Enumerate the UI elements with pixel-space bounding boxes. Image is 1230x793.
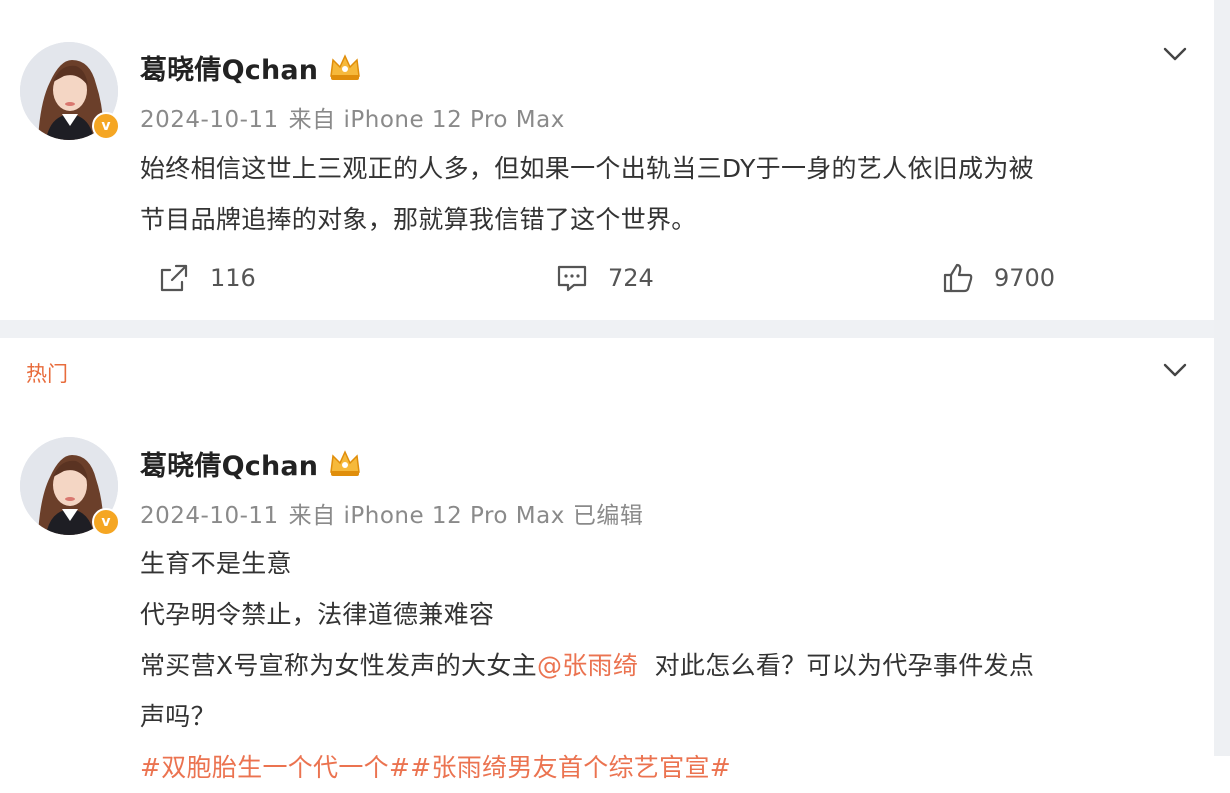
chevron-down-icon[interactable] (1162, 46, 1188, 62)
mention-link[interactable]: @张雨绮 (537, 651, 638, 680)
post-card-1: v 葛晓倩Qchan 2024-10-11 来自 iPhone 12 Pro Ma… (0, 0, 1214, 320)
username[interactable]: 葛晓倩Qchan (140, 48, 318, 87)
username[interactable]: 葛晓倩Qchan (140, 444, 318, 483)
post-date: 2024-10-11 (140, 503, 279, 529)
comment-button[interactable]: 724 (556, 262, 654, 294)
verified-icon: v (92, 508, 120, 536)
like-count: 9700 (994, 264, 1056, 292)
thumbs-up-icon (943, 263, 973, 293)
verified-icon: v (92, 112, 120, 140)
post-text-line-1: 始终相信这世上三观正的人多，但如果一个出轨当三DY于一身的艺人依旧成为被 (140, 154, 1034, 183)
share-icon (160, 264, 188, 292)
post-source: 来自 iPhone 12 Pro Max (288, 503, 565, 529)
comment-count: 724 (608, 264, 654, 292)
repost-button[interactable]: 116 (158, 262, 256, 294)
post-text-line-2: 节目品牌追捧的对象，那就算我信错了这个世界。 (140, 205, 697, 234)
post-text-line-3-prefix: 常买营X号宣称为女性发声的大女主 (140, 651, 537, 680)
section-divider (0, 320, 1230, 338)
crown-icon (330, 450, 360, 476)
post-text-line-3: 常买营X号宣称为女性发声的大女主@张雨绮 对此怎么看？可以为代孕事件发点 (140, 640, 1034, 691)
post-text-line-3-suffix: 对此怎么看？可以为代孕事件发点 (638, 651, 1035, 680)
page-edge (1214, 0, 1230, 756)
post-source: 来自 iPhone 12 Pro Max (288, 107, 565, 133)
comment-icon (557, 265, 587, 292)
post-text-line-4: 声吗？ (140, 702, 216, 731)
post-date: 2024-10-11 (140, 107, 279, 133)
post-meta: 2024-10-11 来自 iPhone 12 Pro Max (140, 100, 575, 134)
post-text-line-1: 生育不是生意 (140, 549, 292, 578)
post-meta: 2024-10-11 来自 iPhone 12 Pro Max 已编辑 (140, 496, 653, 530)
chevron-down-icon[interactable] (1162, 362, 1188, 378)
post-text: 始终相信这世上三观正的人多，但如果一个出轨当三DY于一身的艺人依旧成为被 节目品… (140, 143, 1034, 245)
post-text: 生育不是生意 代孕明令禁止，法律道德兼难容 常买营X号宣称为女性发声的大女主@张… (140, 538, 1034, 793)
repost-count: 116 (210, 264, 256, 292)
edited-label[interactable]: 已编辑 (573, 503, 644, 529)
hot-section-label: 热门 (26, 362, 68, 386)
hashtag-links[interactable]: #双胞胎生一个代一个##张雨绮男友首个综艺官宣# (140, 742, 1034, 793)
like-button[interactable]: 9700 (942, 262, 1055, 294)
crown-icon (330, 54, 360, 80)
post-text-line-2: 代孕明令禁止，法律道德兼难容 (140, 600, 495, 629)
